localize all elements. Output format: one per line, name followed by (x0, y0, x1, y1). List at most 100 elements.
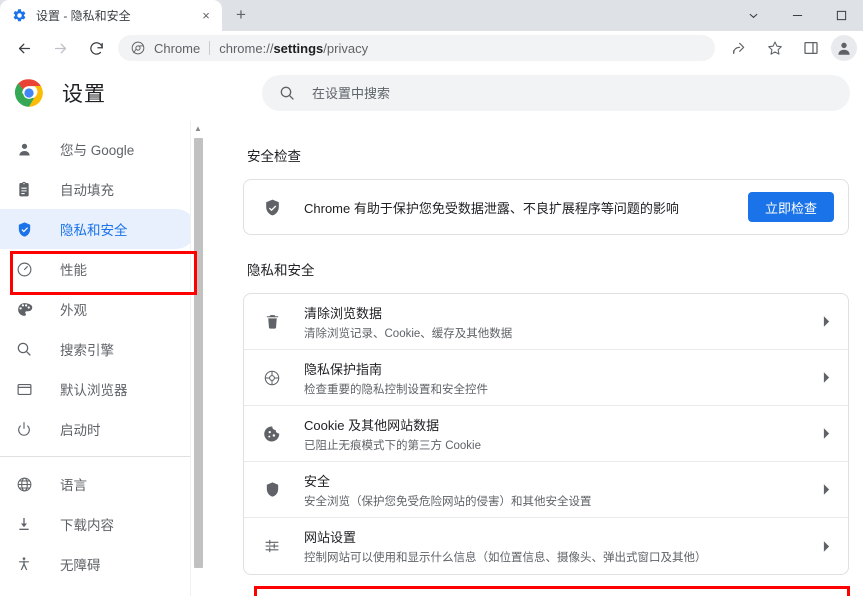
sidebar-label: 下载内容 (60, 518, 114, 533)
settings-search-bar[interactable] (262, 75, 850, 111)
sidebar-label: 无障碍 (60, 558, 101, 573)
minimize-button[interactable] (775, 0, 819, 31)
url-bold: settings (273, 40, 324, 56)
globe-icon (14, 474, 34, 494)
chevron-right-icon[interactable] (818, 484, 834, 495)
tune-icon (262, 536, 282, 556)
cookies-row[interactable]: Cookie 及其他网站数据 已阻止无痕模式下的第三方 Cookie (244, 406, 848, 462)
close-icon[interactable]: × (198, 8, 214, 24)
chevron-right-icon[interactable] (818, 316, 834, 327)
privacy-settings-list: 清除浏览数据 清除浏览记录、Cookie、缓存及其他数据 隐私保护指南 检查重要… (243, 293, 849, 575)
row-subtitle: 已阻止无痕模式下的第三方 Cookie (304, 439, 481, 452)
sidebar-label: 性能 (60, 263, 87, 278)
reload-icon[interactable] (82, 34, 110, 62)
maximize-button[interactable] (819, 0, 863, 31)
security-row[interactable]: 安全 安全浏览（保护您免受危险网站的侵害）和其他安全设置 (244, 462, 848, 518)
row-title: 隐私保护指南 (304, 361, 383, 377)
person-icon (14, 139, 34, 159)
star-icon[interactable] (761, 34, 789, 62)
row-subtitle: 清除浏览记录、Cookie、缓存及其他数据 (304, 327, 513, 340)
search-icon (14, 339, 34, 359)
chrome-icon (130, 40, 146, 56)
row-text: Cookie 及其他网站数据 已阻止无痕模式下的第三方 Cookie (304, 415, 818, 453)
sidebar-item-autofill[interactable]: 自动填充 (0, 169, 196, 209)
row-title: Cookie 及其他网站数据 (304, 417, 440, 433)
address-bar[interactable]: Chrome chrome://settings/privacy (118, 35, 715, 61)
sidebar-label: 搜索引擎 (60, 343, 114, 358)
side-panel-icon[interactable] (797, 34, 825, 62)
sidebar-label: 隐私和安全 (60, 223, 128, 238)
page-title: 设置 (62, 83, 106, 106)
forward-icon[interactable] (46, 34, 74, 62)
back-icon[interactable] (10, 34, 38, 62)
sidebar-item-default-browser[interactable]: 默认浏览器 (0, 369, 196, 409)
chevron-right-icon[interactable] (818, 372, 834, 383)
browser-tab-settings[interactable]: 设置 - 隐私和安全 × (0, 0, 222, 31)
sidebar-label: 您与 Google (60, 143, 135, 158)
browser-toolbar: Chrome chrome://settings/privacy (0, 31, 863, 65)
scroll-up-icon[interactable]: ▲ (191, 121, 205, 136)
shield-outline-icon (262, 480, 282, 500)
sidebar-label: 默认浏览器 (60, 383, 128, 398)
settings-body: 您与 Google 自动填充 隐私和安全 性能 外观 搜索引擎 默认浏览器 启动… (0, 121, 863, 596)
row-subtitle: 控制网站可以使用和显示什么信息（如位置信息、摄像头、弹出式窗口及其他） (304, 552, 707, 564)
sidebar-item-you-and-google[interactable]: 您与 Google (0, 129, 196, 169)
sidebar-item-appearance[interactable]: 外观 (0, 289, 196, 329)
sidebar-item-downloads[interactable]: 下载内容 (0, 504, 196, 544)
search-input[interactable] (312, 85, 834, 101)
search-icon (278, 84, 296, 102)
row-title: 安全 (304, 473, 331, 489)
row-text: 隐私保护指南 检查重要的隐私控制设置和安全控件 (304, 359, 818, 397)
shield-check-icon (262, 197, 282, 217)
avatar[interactable] (831, 35, 857, 61)
new-tab-button[interactable]: + (227, 1, 255, 29)
safety-check-description: Chrome 有助于保护您免受数据泄露、不良扩展程序等问题的影响 (304, 200, 679, 216)
window-controls (731, 0, 863, 31)
settings-sidebar: 您与 Google 自动填充 隐私和安全 性能 外观 搜索引擎 默认浏览器 启动… (0, 121, 205, 596)
sidebar-label: 语言 (60, 478, 87, 493)
scrollbar-thumb[interactable] (194, 138, 203, 568)
sidebar-divider (0, 456, 205, 457)
row-text: 网站设置 控制网站可以使用和显示什么信息（如位置信息、摄像头、弹出式窗口及其他） (304, 527, 818, 565)
gear-icon (11, 8, 27, 24)
row-subtitle: 检查重要的隐私控制设置和安全控件 (304, 383, 488, 396)
autofill-icon (14, 179, 34, 199)
check-now-button[interactable]: 立即检查 (747, 192, 834, 222)
sidebar-item-accessibility[interactable]: 无障碍 (0, 544, 196, 584)
settings-content: 安全检查 Chrome 有助于保护您免受数据泄露、不良扩展程序等问题的影响 立即… (205, 121, 863, 596)
row-title: 清除浏览数据 (304, 305, 383, 321)
sidebar-item-system[interactable]: 系统 (0, 584, 196, 596)
tab-title: 设置 - 隐私和安全 (36, 9, 131, 23)
safety-check-heading: 安全检查 (247, 149, 301, 164)
sidebar-item-performance[interactable]: 性能 (0, 249, 196, 289)
chevron-right-icon[interactable] (818, 540, 834, 552)
settings-header: 设置 (0, 65, 863, 121)
cookie-icon (262, 424, 282, 444)
clear-browsing-data-row[interactable]: 清除浏览数据 清除浏览记录、Cookie、缓存及其他数据 (244, 294, 848, 350)
url-prefix: chrome:// (219, 40, 274, 56)
share-icon[interactable] (725, 34, 753, 62)
sidebar-label: 外观 (60, 303, 87, 318)
sidebar-item-privacy-security[interactable]: 隐私和安全 (0, 209, 196, 249)
site-settings-row[interactable]: 网站设置 控制网站可以使用和显示什么信息（如位置信息、摄像头、弹出式窗口及其他） (244, 518, 848, 574)
row-subtitle: 安全浏览（保护您免受危险网站的侵害）和其他安全设置 (304, 495, 592, 508)
restore-down-button[interactable] (731, 0, 775, 31)
url-suffix: /privacy (323, 40, 369, 56)
chevron-right-icon[interactable] (818, 428, 834, 439)
chrome-logo-icon (14, 78, 44, 108)
omnibox-separator (209, 41, 211, 55)
shield-icon (14, 219, 34, 239)
sidebar-item-search-engine[interactable]: 搜索引擎 (0, 329, 196, 369)
sidebar-item-on-startup[interactable]: 启动时 (0, 409, 196, 449)
sidebar-label: 启动时 (60, 423, 101, 438)
download-icon (14, 514, 34, 534)
sidebar-item-languages[interactable]: 语言 (0, 464, 196, 504)
palette-icon (14, 299, 34, 319)
omnibox-url: chrome://settings/privacy (219, 41, 368, 56)
privacy-heading: 隐私和安全 (247, 263, 315, 278)
sidebar-label: 自动填充 (60, 183, 114, 198)
privacy-guide-row[interactable]: 隐私保护指南 检查重要的隐私控制设置和安全控件 (244, 350, 848, 406)
safety-check-card: Chrome 有助于保护您免受数据泄露、不良扩展程序等问题的影响 立即检查 (243, 179, 849, 235)
sidebar-scrollbar[interactable]: ▲ (190, 121, 205, 596)
row-title: 网站设置 (304, 530, 357, 545)
